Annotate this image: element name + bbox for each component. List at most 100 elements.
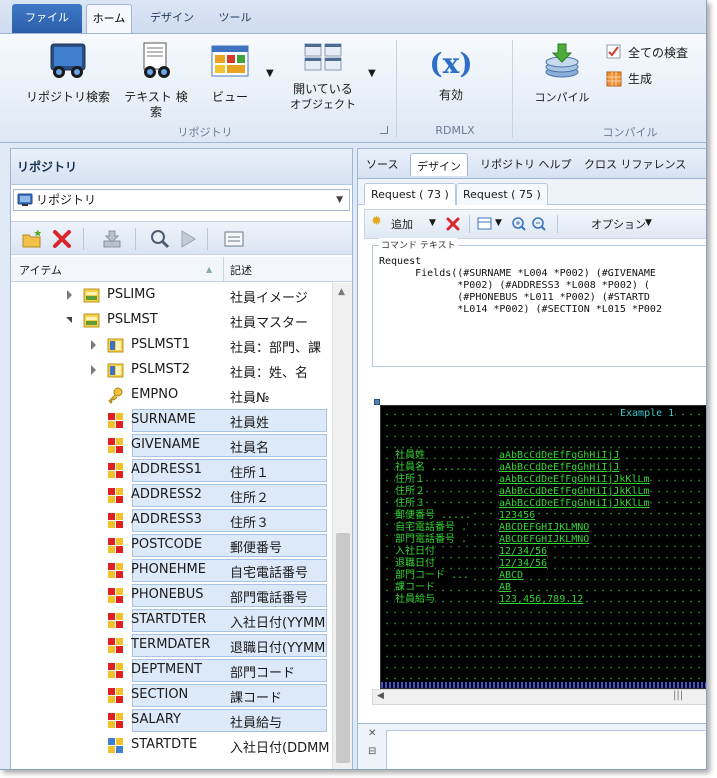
screen-field-value[interactable]: aAbBcCdDeEfFgGhHiIjJ [499, 450, 620, 462]
tree-vertical-scrollbar[interactable]: ▲ [332, 283, 352, 769]
tree-row[interactable]: TERMDATER 退職日付(YYMM [11, 633, 332, 658]
expand-arrow-icon[interactable] [91, 340, 96, 350]
tree-item-description: 社員イメージ [230, 291, 308, 306]
tree-item-name: STARTDTE [131, 737, 198, 752]
repository-tree[interactable]: PSLIMG 社員イメージ PSLMST 社員マスター PSLMST1 社員：部門、課 PS… [11, 283, 332, 769]
screen-field-value[interactable]: AB [499, 582, 512, 594]
screen-designer-canvas[interactable]: Example 1 社員姓 aAbBcCdDeEfFgGhHiIjJ 社員名 ...… [380, 405, 706, 689]
scroll-up-arrow-icon[interactable]: ▲ [338, 287, 345, 297]
tab-repository-help[interactable]: リポジトリ ヘルプ [480, 156, 572, 179]
scrollbar-grip-icon[interactable]: ||| [673, 690, 683, 701]
delete-icon[interactable] [51, 229, 73, 249]
tree-row[interactable]: PHONEBUS 部門電話番号 [11, 583, 332, 608]
collapse-arrow-icon[interactable] [66, 317, 72, 323]
screen-field-value[interactable]: 123,456,789.12 [499, 594, 584, 606]
subtab-request-73[interactable]: Request ( 73 ) [364, 183, 456, 205]
tree-row[interactable]: PHONEHME 自宅電話番号 [11, 558, 332, 583]
column-divider [223, 257, 224, 281]
tree-item-description: 課コード [230, 691, 283, 706]
chevron-down-icon: ▼ [336, 195, 343, 205]
close-icon[interactable]: ✕ [368, 728, 376, 739]
tab-source[interactable]: ソース [366, 156, 398, 179]
tab-cross-reference[interactable]: クロス リファレンス [584, 156, 686, 179]
tree-row[interactable]: PSLMST1 社員：部門、課 [11, 333, 332, 358]
tree-row[interactable]: SURNAME 社員姓 [11, 408, 332, 433]
repository-combo-value: リポジトリ [36, 193, 97, 207]
layout-dropdown-arrow[interactable]: ▼ [495, 218, 502, 228]
screen-field-value[interactable]: aAbBcCdDeEfFgGhHiIjJkKlLm [499, 498, 650, 510]
add-button[interactable]: 追加 [391, 216, 413, 232]
screen-field-value[interactable]: aAbBcCdDeEfFgGhHiIjJ [499, 462, 620, 474]
tab-file[interactable]: ファイル [12, 4, 82, 33]
screen-field-value[interactable]: 123456 [499, 510, 536, 522]
scroll-left-arrow-icon[interactable]: ◀ [377, 691, 384, 701]
delete-icon[interactable] [445, 216, 461, 232]
options-button[interactable]: オプション [591, 216, 646, 232]
view-button[interactable]: ビュー [200, 42, 260, 105]
repository-combo[interactable]: リポジトリ ▼ [13, 189, 350, 211]
tree-row[interactable]: PSLIMG 社員イメージ [11, 283, 332, 308]
layout-icon[interactable] [477, 217, 493, 231]
designer-pane: ソース デザイン リポジトリ ヘルプ クロス リファレンス Request ( … [357, 148, 706, 769]
command-text-legend: コマンド テキスト [379, 238, 458, 251]
options-dropdown-arrow[interactable]: ▼ [645, 218, 652, 228]
tree-row[interactable]: ADDRESS3 住所３ [11, 508, 332, 533]
tab-design[interactable]: デザイン [140, 4, 204, 33]
compile-button[interactable]: コンパイル [526, 42, 598, 105]
open-objects-button[interactable]: 開いている オブジェクト [282, 42, 364, 112]
new-folder-icon[interactable] [21, 229, 43, 249]
properties-icon[interactable] [223, 229, 245, 249]
zoom-out-icon[interactable] [531, 216, 547, 232]
search-icon[interactable] [149, 229, 171, 249]
tree-row[interactable]: PSLMST2 社員：姓、名 [11, 358, 332, 383]
import-icon[interactable] [101, 229, 123, 249]
tree-row[interactable]: ADDRESS1 住所１ [11, 458, 332, 483]
screen-field-value[interactable]: 12/34/56 [499, 558, 548, 570]
tab-home[interactable]: ホーム [86, 4, 132, 33]
open-objects-dropdown-arrow[interactable]: ▼ [368, 68, 376, 79]
tree-row[interactable]: PSLMST 社員マスター [11, 308, 332, 333]
tree-row[interactable]: GIVENAME 社員名 [11, 433, 332, 458]
screen-field-value[interactable]: 12/34/56 [499, 546, 548, 558]
repo-search-button[interactable]: リポジトリ検索 [18, 42, 118, 105]
view-label: ビュー [211, 90, 248, 104]
expand-arrow-icon[interactable] [67, 290, 72, 300]
field-icon [107, 462, 124, 479]
group-launcher-icon[interactable] [380, 126, 388, 134]
pin-icon[interactable]: ⊟ [368, 746, 376, 757]
repo-search-label: リポジトリ検索 [25, 90, 110, 104]
column-item[interactable]: アイテム [19, 262, 62, 278]
scrollbar-thumb[interactable] [336, 533, 350, 763]
tree-row[interactable]: EMPNO 社員№ [11, 383, 332, 408]
screen-field-value[interactable]: ABCDEFGHIJKLMNO [499, 534, 590, 546]
tree-row[interactable]: POSTCODE 郵便番号 [11, 533, 332, 558]
command-text[interactable]: Request Fields((#SURNAME *L004 *P002) (#… [379, 256, 706, 316]
tree-row[interactable]: STARTDTER 入社日付(YYMM [11, 608, 332, 633]
subtab-request-75[interactable]: Request ( 75 ) [456, 183, 548, 205]
screen-field-value[interactable]: ABCD [499, 570, 524, 582]
view-dropdown-arrow[interactable]: ▼ [266, 68, 274, 79]
zoom-in-icon[interactable] [511, 216, 527, 232]
expand-arrow-icon[interactable] [91, 365, 96, 375]
screen-field-value[interactable]: ABCDEFGHIJKLMNO [499, 522, 590, 534]
tree-row[interactable]: ADDRESS2 住所２ [11, 483, 332, 508]
text-search-button[interactable]: テキスト 検索 [120, 42, 192, 120]
tree-row[interactable]: DEPTMENT 部門コード [11, 658, 332, 683]
screen-field-value[interactable]: aAbBcCdDeEfFgGhHiIjJkKlLm [499, 474, 650, 486]
designer-horizontal-scrollbar[interactable]: ◀ ||| [372, 689, 706, 705]
repository-toolbar [11, 221, 352, 255]
tree-row[interactable]: SALARY 社員給与 [11, 708, 332, 733]
tree-item-description: 入社日付(DDMM [230, 741, 330, 756]
tab-tools[interactable]: ツール [212, 4, 258, 33]
screen-field-value[interactable]: aAbBcCdDeEfFgGhHiIjJkKlLm [499, 486, 650, 498]
generate-button[interactable]: 生成 [604, 68, 706, 88]
tree-row[interactable]: SECTION 課コード [11, 683, 332, 708]
tab-design-view[interactable]: デザイン [410, 153, 468, 176]
command-text-box[interactable]: コマンド テキスト Request Fields((#SURNAME *L004… [372, 238, 706, 367]
add-dropdown-arrow[interactable]: ▼ [429, 218, 436, 228]
tree-row[interactable]: STARTDTE 入社日付(DDMM [11, 733, 332, 758]
column-description[interactable]: 記述 [230, 262, 252, 278]
enable-rdmlx-button[interactable]: (x) 有効 [418, 46, 484, 103]
check-all-button[interactable]: 全ての検査 [604, 42, 706, 62]
play-icon[interactable] [177, 229, 199, 249]
